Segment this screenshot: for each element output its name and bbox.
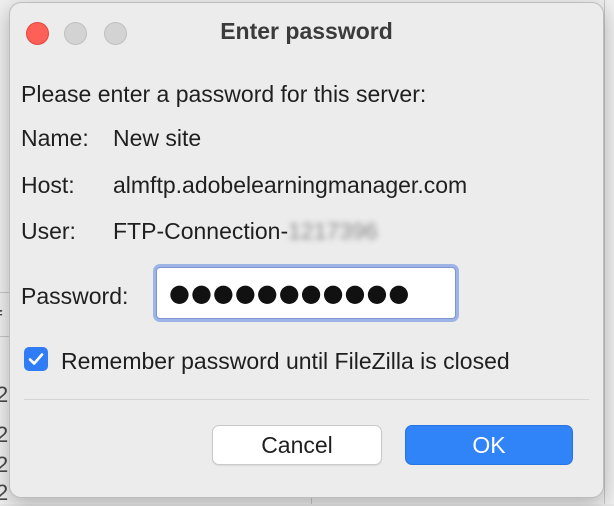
background-text: 2 (0, 452, 9, 477)
user-value-prefix: FTP-Connection- (113, 218, 289, 244)
name-value: New site (113, 125, 202, 151)
user-label: User: (21, 218, 76, 244)
name-label: Name: (21, 125, 89, 151)
remember-password-label[interactable]: Remember password until FileZilla is clo… (61, 348, 510, 375)
background-text: f (0, 306, 2, 332)
dialog-title: Enter password (220, 18, 393, 44)
background-text: 2 (0, 480, 9, 505)
prompt-text: Please enter a password for this server: (21, 81, 427, 107)
background-text: 2 (0, 422, 9, 447)
password-masked-value: ●●●●●●●●●●● (169, 279, 411, 307)
password-input[interactable]: ●●●●●●●●●●● (156, 267, 456, 319)
background-text: 2 (0, 382, 9, 407)
title-bar[interactable]: Enter password (10, 3, 603, 61)
host-label: Host: (21, 172, 75, 198)
password-label: Password: (21, 283, 129, 309)
checkmark-icon (28, 353, 44, 365)
background-divider (604, 0, 605, 504)
user-value-redacted: 1217396 (288, 218, 378, 244)
user-value: FTP-Connection-1217396 (113, 218, 378, 245)
cancel-button[interactable]: Cancel (212, 425, 382, 465)
remember-password-checkbox[interactable] (24, 347, 48, 371)
ok-button[interactable]: OK (405, 425, 573, 465)
button-separator (24, 399, 589, 400)
host-value: almftp.adobelearningmanager.com (113, 172, 468, 198)
enter-password-dialog: Enter password Please enter a password f… (9, 2, 604, 498)
